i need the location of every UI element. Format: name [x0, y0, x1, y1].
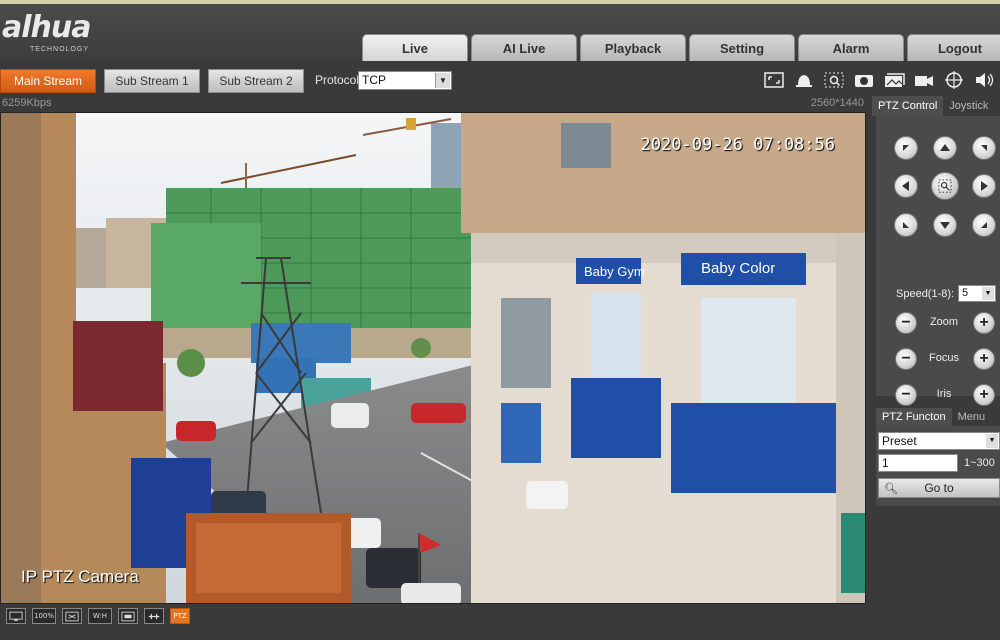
- tab-setting[interactable]: Setting: [689, 34, 795, 61]
- tab-playback[interactable]: Playback: [580, 34, 686, 61]
- ptz-function-tab-row: PTZ Functon Menu: [876, 408, 1000, 426]
- tab-ptz-control[interactable]: PTZ Control: [872, 96, 944, 116]
- original-size-button[interactable]: 100%: [32, 608, 56, 624]
- tab-joystick[interactable]: Joystick: [943, 96, 994, 116]
- osd-camera-name: IP PTZ Camera: [21, 567, 139, 586]
- protocol-value: TCP: [362, 73, 386, 87]
- main-stream-button[interactable]: Main Stream: [0, 69, 96, 93]
- zoom-region-icon: [938, 179, 952, 193]
- speed-value: 5: [962, 287, 969, 299]
- tab-ai-live[interactable]: AI Live: [471, 34, 577, 61]
- baby-color-sign: Baby Color: [701, 260, 775, 277]
- baby-gym-sign: Baby Gym: [584, 264, 645, 279]
- chevron-down-icon: ▼: [986, 434, 998, 448]
- zoom-region-icon[interactable]: [822, 69, 846, 91]
- aspect-ratio-button[interactable]: W:H: [88, 608, 112, 624]
- video-bottom-toolbar: 100% W:H PTZ: [0, 604, 866, 628]
- sub-stream-2-button[interactable]: Sub Stream 2: [208, 69, 304, 93]
- fluency-button[interactable]: [144, 608, 164, 624]
- pan-right-button[interactable]: [972, 174, 996, 198]
- ptz-tab-row: PTZ Control Joystick: [872, 96, 1000, 116]
- goto-preset-button[interactable]: 🔍︎ Go to: [878, 478, 1000, 498]
- zoom-label: Zoom: [929, 316, 959, 328]
- target-icon[interactable]: [942, 69, 966, 91]
- pan-left-button[interactable]: [894, 174, 918, 198]
- preset-range-label: 1~300: [964, 457, 995, 469]
- fullscreen-icon[interactable]: [762, 69, 786, 91]
- brand-logo: alhua TECHNOLOGY: [2, 10, 91, 54]
- display-mode-button[interactable]: [118, 608, 138, 624]
- tab-ptz-function[interactable]: PTZ Functon: [876, 408, 952, 426]
- pan-up-button[interactable]: [933, 136, 957, 160]
- pan-down-button[interactable]: [933, 213, 957, 237]
- protocol-label: Protocol: [315, 73, 360, 87]
- ptz-function-value: Preset: [882, 434, 917, 448]
- protocol-select[interactable]: TCP ▼: [358, 71, 452, 90]
- video-frame-image: Baby Gym Baby Color: [1, 113, 865, 603]
- audio-icon[interactable]: [972, 69, 996, 91]
- toolbar-icon-group: [762, 69, 996, 91]
- preset-number-input[interactable]: 1: [878, 454, 958, 472]
- resolution-readout: 2560*1440: [810, 97, 864, 109]
- alarm-bell-icon[interactable]: [792, 69, 816, 91]
- chevron-down-icon: ▼: [982, 287, 994, 300]
- iris-label: Iris: [936, 388, 952, 400]
- ptz-function-box: Preset ▼ 1 1~300 🔍︎ Go to: [876, 426, 1000, 506]
- iris-open-button[interactable]: +: [973, 384, 995, 406]
- bitrate-readout: 6259Kbps: [2, 97, 52, 109]
- focus-far-button[interactable]: +: [973, 348, 995, 370]
- tab-alarm[interactable]: Alarm: [798, 34, 904, 61]
- brand-tagline: TECHNOLOGY: [30, 46, 90, 53]
- chevron-down-icon: ▼: [435, 73, 450, 88]
- ptz-function-select[interactable]: Preset ▼: [878, 432, 1000, 450]
- zoom-in-button[interactable]: +: [973, 312, 995, 334]
- monitor-icon[interactable]: [6, 608, 26, 624]
- osd-timestamp: 2020-09-26 07:08:56: [640, 135, 835, 155]
- pan-down-left-button[interactable]: [894, 213, 918, 237]
- record-icon[interactable]: [912, 69, 936, 91]
- sub-stream-1-button[interactable]: Sub Stream 1: [104, 69, 200, 93]
- search-icon: 🔍︎: [884, 483, 898, 495]
- speed-select[interactable]: 5 ▼: [958, 285, 996, 302]
- tab-live[interactable]: Live: [362, 34, 468, 61]
- speed-label: Speed(1-8):: [896, 288, 955, 300]
- region-focus-button[interactable]: [931, 172, 959, 200]
- burst-snapshot-icon[interactable]: [882, 69, 906, 91]
- ptz-button[interactable]: PTZ: [170, 608, 190, 624]
- tab-logout[interactable]: Logout: [907, 34, 1000, 61]
- main-nav: Live AI Live Playback Setting Alarm Logo…: [362, 34, 1000, 61]
- brand-name: alhua: [2, 10, 91, 45]
- app-header: alhua TECHNOLOGY Live AI Live Playback S…: [0, 4, 1000, 61]
- fit-window-button[interactable]: [62, 608, 82, 624]
- focus-label: Focus: [929, 352, 959, 364]
- live-toolbar: Main Stream Sub Stream 1 Sub Stream 2 Pr…: [0, 64, 1000, 96]
- pan-up-right-button[interactable]: [972, 136, 996, 160]
- goto-label: Go to: [924, 481, 954, 495]
- pan-up-left-button[interactable]: [894, 136, 918, 160]
- stream-status-line: 6259Kbps 2560*1440: [0, 96, 870, 112]
- ptz-control-box: Speed(1-8): 5 ▼ − Zoom + − Focus + − Iri…: [876, 116, 1000, 406]
- tab-menu[interactable]: Menu: [952, 408, 992, 426]
- ptz-side-panel: PTZ Control Joystick Speed(1-8): 5 ▼ − Z…: [872, 96, 1000, 606]
- snapshot-icon[interactable]: [852, 69, 876, 91]
- pan-down-right-button[interactable]: [972, 213, 996, 237]
- live-video-view[interactable]: Baby Gym Baby Color 2020-09-26 07:08:56 …: [0, 112, 866, 604]
